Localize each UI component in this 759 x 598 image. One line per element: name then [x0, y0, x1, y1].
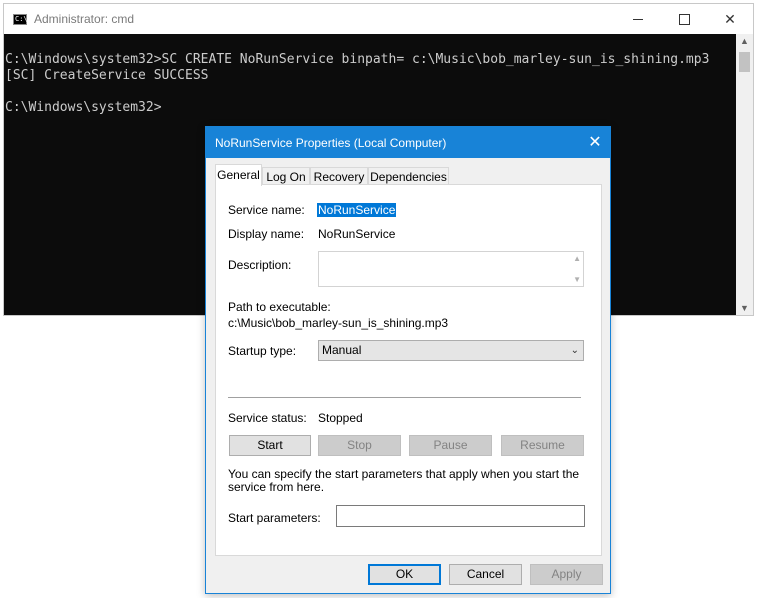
minimize-icon — [633, 18, 643, 20]
console-prompt-line: C:\Windows\system32> — [5, 100, 162, 115]
pause-button[interactable]: Pause — [409, 435, 492, 456]
maximize-icon — [678, 13, 690, 25]
tab-general[interactable]: General — [215, 164, 262, 186]
description-label: Description: — [228, 258, 292, 272]
start-button[interactable]: Start — [229, 435, 311, 456]
display-name-label: Display name: — [228, 227, 305, 241]
cancel-button[interactable]: Cancel — [449, 564, 522, 585]
scroll-down-icon[interactable]: ▼ — [573, 275, 581, 284]
cmd-window-title: Administrator: cmd — [34, 12, 135, 26]
minimize-button[interactable] — [615, 4, 661, 34]
scrollbar-thumb[interactable] — [739, 52, 750, 72]
start-parameters-input[interactable] — [336, 505, 585, 527]
startup-type-select[interactable]: Manual ⌄ — [318, 340, 584, 361]
dialog-close-button[interactable]: ✕ — [580, 127, 610, 157]
description-text — [319, 252, 322, 266]
ok-button[interactable]: OK — [368, 564, 441, 585]
display-name-value[interactable]: NoRunService — [318, 227, 395, 241]
scroll-down-icon[interactable]: ▼ — [736, 301, 753, 315]
tab-recovery[interactable]: Recovery — [310, 167, 368, 185]
chevron-down-icon: ⌄ — [570, 345, 579, 356]
dialog-title-bar[interactable]: NoRunService Properties (Local Computer)… — [206, 127, 610, 158]
apply-button[interactable]: Apply — [530, 564, 603, 585]
startup-type-label: Startup type: — [228, 344, 297, 358]
start-parameters-value — [337, 506, 340, 520]
close-button[interactable]: ✕ — [707, 4, 753, 34]
service-name-label: Service name: — [228, 203, 305, 217]
service-status-value: Stopped — [318, 411, 363, 425]
service-properties-dialog: NoRunService Properties (Local Computer)… — [205, 126, 611, 594]
scroll-up-icon[interactable]: ▲ — [736, 34, 753, 48]
console-app-icon: C:\ — [13, 14, 28, 25]
start-params-help-text: You can specify the start parameters tha… — [228, 467, 580, 494]
startup-type-value: Manual — [322, 343, 362, 357]
console-scrollbar[interactable]: ▲ ▼ — [736, 34, 753, 315]
maximize-button[interactable] — [661, 4, 707, 34]
dialog-title: NoRunService Properties (Local Computer) — [215, 136, 447, 150]
path-label: Path to executable: — [228, 300, 331, 314]
close-icon: ✕ — [588, 134, 602, 151]
console-line: C:\Windows\system32>SC CREATE NoRunServi… — [5, 52, 710, 67]
tab-log-on[interactable]: Log On — [262, 167, 310, 185]
divider — [228, 397, 581, 398]
path-value[interactable]: c:\Music\bob_marley-sun_is_shining.mp3 — [228, 316, 448, 330]
stop-button[interactable]: Stop — [318, 435, 401, 456]
cmd-title-bar[interactable]: C:\ Administrator: cmd ✕ — [4, 4, 753, 34]
description-field[interactable]: ▲ ▼ — [318, 251, 584, 287]
scroll-up-icon[interactable]: ▲ — [573, 254, 581, 263]
close-icon: ✕ — [724, 10, 736, 27]
console-line: [SC] CreateService SUCCESS — [5, 68, 209, 83]
service-status-label: Service status: — [228, 411, 307, 425]
start-parameters-label: Start parameters: — [228, 511, 321, 525]
general-tab-panel: Service name: NoRunService Display name:… — [215, 184, 602, 556]
resume-button[interactable]: Resume — [501, 435, 584, 456]
service-name-value[interactable]: NoRunService — [317, 203, 397, 217]
tab-dependencies[interactable]: Dependencies — [368, 167, 449, 185]
